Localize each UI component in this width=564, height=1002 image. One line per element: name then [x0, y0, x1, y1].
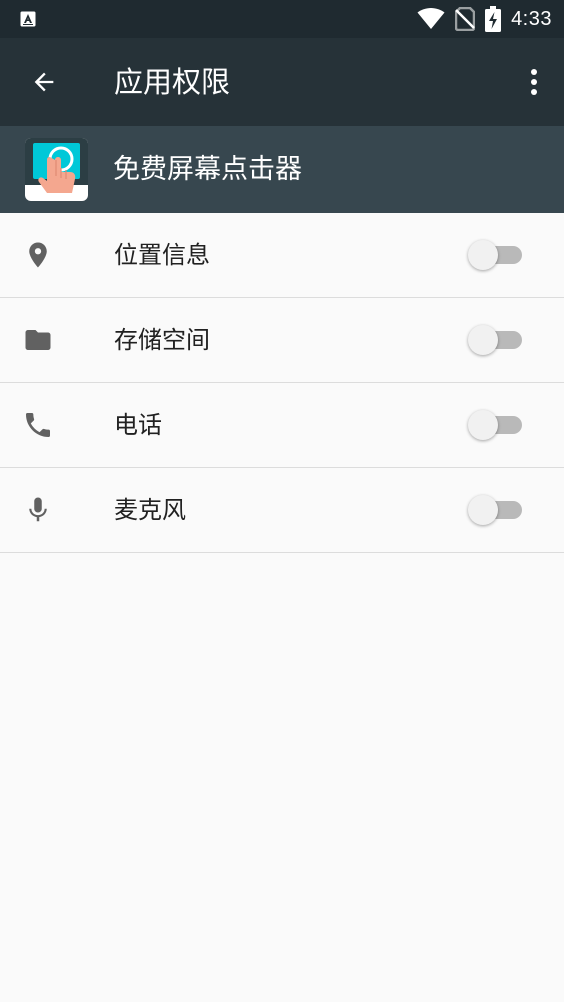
a-notification-icon [20, 11, 36, 27]
more-vert-icon [531, 69, 537, 95]
back-button[interactable] [20, 58, 68, 106]
location-icon [18, 235, 58, 275]
app-header: 免费屏幕点击器 [0, 126, 564, 213]
tap-screen-app-icon [25, 138, 88, 201]
permissions-list: 位置信息 存储空间 电话 麦克风 [0, 213, 564, 553]
more-options-button[interactable] [518, 58, 550, 106]
toolbar: 应用权限 [0, 38, 564, 126]
status-time: 4:33 [511, 7, 552, 30]
status-icons: 4:33 [417, 0, 552, 38]
permission-row-phone[interactable]: 电话 [0, 383, 564, 468]
permission-row-microphone[interactable]: 麦克风 [0, 468, 564, 553]
storage-toggle[interactable] [468, 325, 524, 355]
microphone-icon [18, 490, 58, 530]
permission-label: 存储空间 [114, 326, 210, 354]
no-sim-icon [455, 7, 476, 31]
permission-label: 位置信息 [114, 241, 210, 269]
location-toggle[interactable] [468, 240, 524, 270]
back-arrow-icon [34, 72, 54, 92]
battery-charging-icon [485, 6, 502, 32]
permission-label: 电话 [114, 411, 162, 439]
page-title: 应用权限 [114, 65, 231, 99]
phone-icon [18, 405, 58, 445]
app-name: 免费屏幕点击器 [113, 154, 302, 185]
permission-row-location[interactable]: 位置信息 [0, 213, 564, 298]
microphone-toggle[interactable] [468, 495, 524, 525]
wifi-icon [417, 8, 445, 29]
permission-label: 麦克风 [114, 496, 186, 524]
phone-toggle[interactable] [468, 410, 524, 440]
status-bar: 4:33 [0, 0, 564, 38]
folder-icon [18, 320, 58, 360]
permission-row-storage[interactable]: 存储空间 [0, 298, 564, 383]
